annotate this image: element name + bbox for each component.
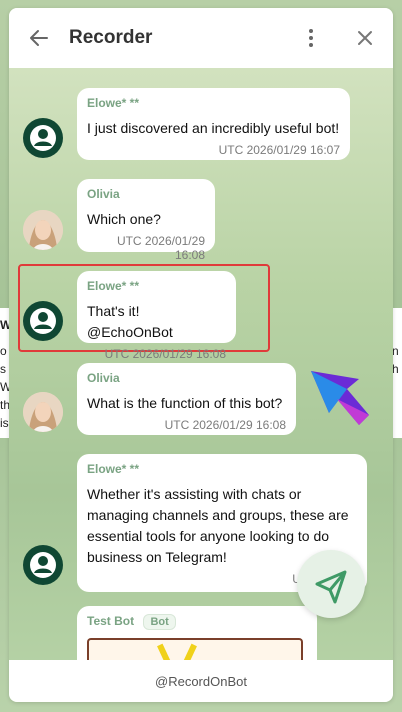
- avatar[interactable]: [23, 210, 63, 250]
- message-sender: Elowe* **: [87, 279, 140, 293]
- background-text: n: [392, 344, 399, 358]
- user-icon: [30, 552, 56, 578]
- message-bubble[interactable]: Olivia What is the function of this bot?…: [77, 363, 296, 435]
- message-time: UTC 2026/01/29 16:08: [104, 347, 226, 361]
- background-text: o: [0, 344, 7, 358]
- background-text: is: [0, 416, 9, 430]
- footer-label[interactable]: @RecordOnBot: [155, 674, 247, 689]
- avatar[interactable]: [23, 301, 63, 341]
- message-sender: Olivia: [87, 371, 120, 385]
- recorder-window: Recorder Elowe* ** I just discovered an …: [9, 8, 393, 702]
- more-vertical-icon[interactable]: [301, 26, 321, 50]
- user-icon: [30, 125, 56, 151]
- message-bubble[interactable]: Elowe* ** That's it! @EchoOnBot UTC 2026…: [77, 271, 236, 361]
- close-icon[interactable]: [353, 26, 377, 50]
- message-text: That's it! @EchoOnBot: [87, 303, 173, 340]
- message-bubble[interactable]: Olivia Which one? UTC 2026/01/29 16:08: [77, 179, 215, 262]
- user-icon: [30, 308, 56, 334]
- bot-badge: Bot: [143, 614, 176, 630]
- message-bubble[interactable]: Elowe* ** I just discovered an incredibl…: [77, 88, 350, 160]
- message-text: Which one?: [87, 211, 161, 227]
- footer-bar: @RecordOnBot: [9, 660, 393, 702]
- send-button[interactable]: [297, 550, 365, 618]
- message-sender-name: Test Bot: [87, 614, 135, 628]
- background-text: s: [0, 362, 6, 376]
- avatar[interactable]: [23, 392, 63, 432]
- cursor-arrow-icon: [311, 371, 369, 425]
- background-text: h: [392, 362, 399, 376]
- message-sender: Elowe* **: [87, 462, 140, 476]
- message-time: UTC 2026/01/29 16:08: [116, 234, 205, 262]
- message-text: What is the function of this bot?: [87, 395, 283, 411]
- avatar[interactable]: [23, 118, 63, 158]
- message-sender: Olivia: [87, 187, 120, 201]
- message-sender: Test Bot Bot: [87, 614, 307, 630]
- back-arrow-icon[interactable]: [27, 26, 51, 50]
- header-bar: Recorder: [9, 8, 393, 68]
- profile-photo-icon: [23, 392, 63, 432]
- message-text: I just discovered an incredibly useful b…: [87, 120, 340, 136]
- send-icon: [315, 570, 347, 604]
- avatar[interactable]: [23, 545, 63, 585]
- page-title: Recorder: [69, 27, 153, 48]
- message-sender: Elowe* **: [87, 96, 140, 110]
- message-time: UTC 2026/01/29 16:07: [218, 143, 340, 157]
- message-time: UTC 2026/01/29 16:08: [164, 418, 286, 432]
- profile-photo-icon: [23, 210, 63, 250]
